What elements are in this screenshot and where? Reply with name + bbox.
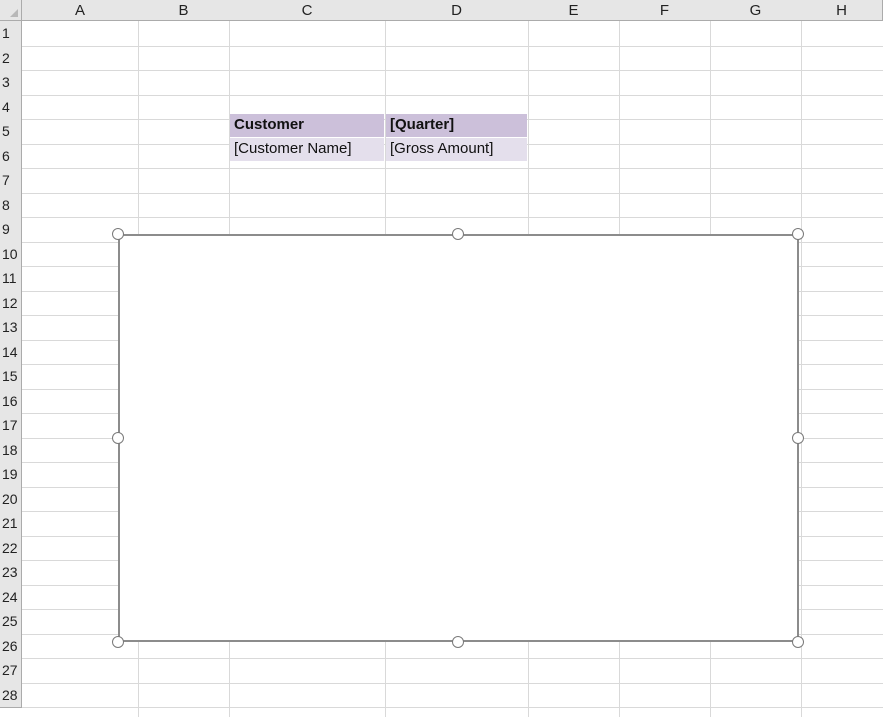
row-header-15[interactable]: 15 [0,364,22,390]
row-header-6[interactable]: 6 [0,144,22,169]
resize-handle-bottom-left[interactable] [112,636,124,648]
select-all-button[interactable] [0,0,22,21]
row-header-7[interactable]: 7 [0,168,22,194]
row-header-17[interactable]: 17 [0,413,22,439]
row-header-28[interactable]: 28 [0,683,22,708]
row-gridline [22,193,883,194]
column-header-f[interactable]: F [619,0,711,21]
row-header-1[interactable]: 1 [0,21,22,47]
cell-D4[interactable]: [Quarter] [386,114,527,137]
row-header-14[interactable]: 14 [0,340,22,365]
resize-handle-middle-right[interactable] [792,432,804,444]
cell-C4[interactable]: Customer [230,114,384,137]
column-gridline [801,21,802,717]
column-header-d[interactable]: D [385,0,529,21]
row-header-20[interactable]: 20 [0,487,22,512]
spreadsheet-grid: ABCDEFGH 1 2 3 4 5 6 7 8 9 10 11 12 13 14 15 16 17 18 19 20… [0,0,883,717]
row-header-3[interactable]: 3 [0,70,22,96]
resize-handle-top-right[interactable] [792,228,804,240]
row-gridline [22,95,883,96]
row-gridline [22,168,883,169]
column-header-b[interactable]: B [138,0,230,21]
select-all-triangle-icon [10,9,18,17]
row-header-10[interactable]: 10 [0,242,22,267]
row-header-19[interactable]: 19 [0,462,22,488]
resize-handle-bottom-center[interactable] [452,636,464,648]
cell-C5[interactable]: [Customer Name] [230,138,384,161]
row-gridline [22,707,883,708]
row-gridline [22,658,883,659]
chart-placeholder[interactable] [118,234,799,642]
row-header-13[interactable]: 13 [0,315,22,341]
row-header-22[interactable]: 22 [0,536,22,561]
row-header-2[interactable]: 2 [0,46,22,71]
row-header-4[interactable]: 4 [0,95,22,120]
row-header-16[interactable]: 16 [0,389,22,414]
row-header-8[interactable]: 8 [0,193,22,218]
cell-D5[interactable]: [Gross Amount] [386,138,527,161]
column-header-c[interactable]: C [229,0,386,21]
resize-handle-bottom-right[interactable] [792,636,804,648]
column-header-e[interactable]: E [528,0,620,21]
row-gridline [22,70,883,71]
row-header-26[interactable]: 26 [0,634,22,659]
column-header-h[interactable]: H [801,0,883,21]
column-header-g[interactable]: G [710,0,802,21]
row-header-25[interactable]: 25 [0,609,22,635]
row-header-12[interactable]: 12 [0,291,22,316]
row-header-27[interactable]: 27 [0,658,22,684]
row-header-9[interactable]: 9 [0,217,22,243]
resize-handle-top-left[interactable] [112,228,124,240]
resize-handle-top-center[interactable] [452,228,464,240]
row-gridline [22,683,883,684]
resize-handle-middle-left[interactable] [112,432,124,444]
row-header-23[interactable]: 23 [0,560,22,586]
row-gridline [22,217,883,218]
row-header-24[interactable]: 24 [0,585,22,610]
row-gridline [22,46,883,47]
row-header-5[interactable]: 5 [0,119,22,145]
row-header-18[interactable]: 18 [0,438,22,463]
row-header-21[interactable]: 21 [0,511,22,537]
row-header-11[interactable]: 11 [0,266,22,292]
column-header-a[interactable]: A [22,0,139,21]
